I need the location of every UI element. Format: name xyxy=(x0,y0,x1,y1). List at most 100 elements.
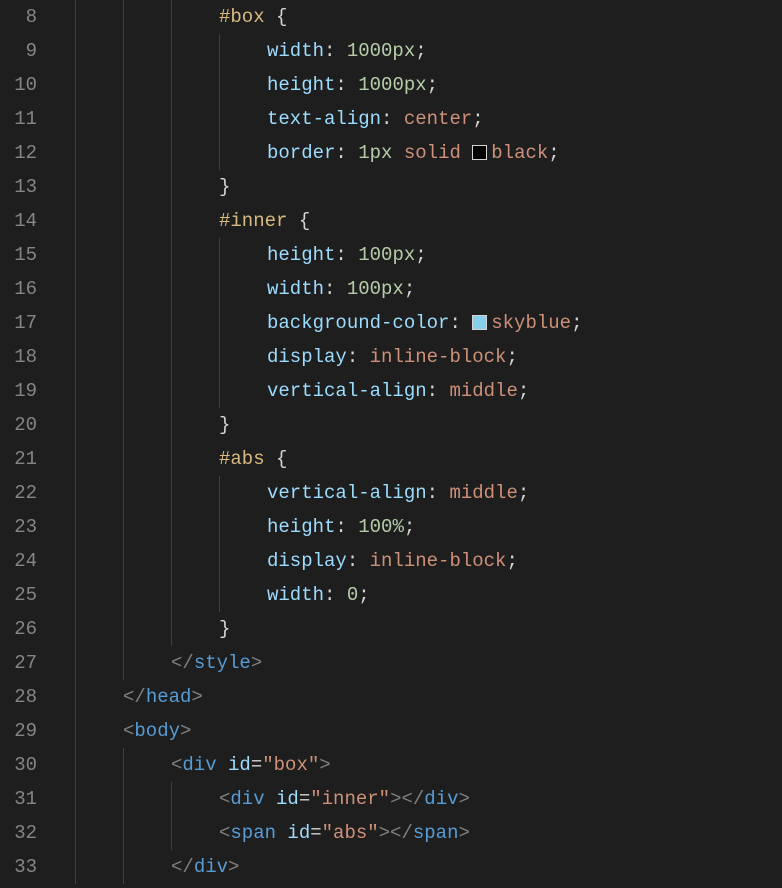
code-content[interactable]: background-color: skyblue; xyxy=(75,306,782,340)
line-number: 12 xyxy=(0,142,55,164)
indent-guide xyxy=(123,646,135,680)
indent-guide xyxy=(171,170,183,204)
code-line[interactable]: 23height: 100%; xyxy=(0,510,782,544)
indent-guide xyxy=(171,510,183,544)
indent-guide xyxy=(123,476,135,510)
code-line[interactable]: 16width: 100px; xyxy=(0,272,782,306)
token: { xyxy=(265,6,288,28)
code-line[interactable]: 8#box { xyxy=(0,0,782,34)
code-line[interactable]: 25 width: 0; xyxy=(0,578,782,612)
code-content[interactable]: } xyxy=(75,170,782,204)
code-line[interactable]: 20} xyxy=(0,408,782,442)
code-content[interactable]: width: 100px; xyxy=(75,272,782,306)
code-line[interactable]: 32<span id="abs"></span> xyxy=(0,816,782,850)
code-content[interactable]: <div id="inner"></div> xyxy=(75,782,782,816)
color-swatch[interactable] xyxy=(472,145,487,160)
code-line[interactable]: 24display: inline-block; xyxy=(0,544,782,578)
code-content[interactable]: <span id="abs"></span> xyxy=(75,816,782,850)
code-line[interactable]: 12 border: 1px solid black; xyxy=(0,136,782,170)
indent-guide xyxy=(219,136,231,170)
line-number: 30 xyxy=(0,754,55,776)
indent-guide xyxy=(171,272,183,306)
code-content[interactable]: </style> xyxy=(75,646,782,680)
token: span xyxy=(413,822,459,844)
indent-guide xyxy=(75,612,87,646)
token: : xyxy=(324,40,347,62)
indent-guide xyxy=(123,612,135,646)
indent-guide xyxy=(171,0,183,34)
code-content[interactable]: vertical-align: middle; xyxy=(75,374,782,408)
token: "inner" xyxy=(310,788,390,810)
code-line[interactable]: 33</div> xyxy=(0,850,782,884)
token: : xyxy=(381,108,404,130)
code-line[interactable]: 21#abs { xyxy=(0,442,782,476)
token: < xyxy=(219,822,230,844)
code-content[interactable]: width: 0; xyxy=(75,578,782,612)
indent-guide xyxy=(75,646,87,680)
code-line[interactable]: 28</head> xyxy=(0,680,782,714)
token: > xyxy=(191,686,202,708)
code-line[interactable]: 18 display: inline-block; xyxy=(0,340,782,374)
code-line[interactable]: 19vertical-align: middle; xyxy=(0,374,782,408)
code-content[interactable]: height: 100%; xyxy=(75,510,782,544)
code-line[interactable]: 14#inner { xyxy=(0,204,782,238)
code-content[interactable]: #box { xyxy=(75,0,782,34)
line-number: 17 xyxy=(0,312,55,334)
code-content[interactable]: #inner { xyxy=(75,204,782,238)
token: { xyxy=(265,448,288,470)
color-swatch[interactable] xyxy=(472,315,487,330)
indent-guide xyxy=(123,782,135,816)
code-line[interactable]: 30 <div id="box"> xyxy=(0,748,782,782)
code-content[interactable]: } xyxy=(75,408,782,442)
indent-guide xyxy=(171,374,183,408)
line-number: 25 xyxy=(0,584,55,606)
code-content[interactable]: </head> xyxy=(75,680,782,714)
indent-guide xyxy=(75,68,87,102)
code-line[interactable]: 15height: 100px; xyxy=(0,238,782,272)
indent-guide xyxy=(123,340,135,374)
code-content[interactable]: vertical-align: middle; xyxy=(75,476,782,510)
indent-guide xyxy=(171,476,183,510)
code-content[interactable]: height: 100px; xyxy=(75,238,782,272)
indent-guide xyxy=(75,170,87,204)
indent-guide xyxy=(75,102,87,136)
code-content[interactable]: display: inline-block; xyxy=(75,340,782,374)
code-content[interactable]: width: 1000px; xyxy=(75,34,782,68)
code-content[interactable]: text-align: center; xyxy=(75,102,782,136)
line-number: 26 xyxy=(0,618,55,640)
code-line[interactable]: 13} xyxy=(0,170,782,204)
code-line[interactable]: 10height: 1000px; xyxy=(0,68,782,102)
code-content[interactable]: border: 1px solid black; xyxy=(75,136,782,170)
code-content[interactable]: height: 1000px; xyxy=(75,68,782,102)
token: ; xyxy=(358,584,369,606)
code-line[interactable]: 17 background-color: skyblue; xyxy=(0,306,782,340)
code-line[interactable]: 9width: 1000px; xyxy=(0,34,782,68)
code-content[interactable]: <div id="box"> xyxy=(75,748,782,782)
code-editor[interactable]: 8#box {9width: 1000px;10height: 1000px;1… xyxy=(0,0,782,888)
code-line[interactable]: 11text-align: center; xyxy=(0,102,782,136)
line-number: 18 xyxy=(0,346,55,368)
code-line[interactable]: 27</style> xyxy=(0,646,782,680)
indent-guide xyxy=(219,476,231,510)
code-content[interactable]: <body> xyxy=(75,714,782,748)
indent-guide xyxy=(171,306,183,340)
indent-guide xyxy=(171,136,183,170)
indent-guide xyxy=(171,578,183,612)
code-line[interactable]: 22vertical-align: middle; xyxy=(0,476,782,510)
indent-guide xyxy=(75,34,87,68)
line-number: 13 xyxy=(0,176,55,198)
code-line[interactable]: 26} xyxy=(0,612,782,646)
indent-guide xyxy=(123,136,135,170)
code-content[interactable]: } xyxy=(75,612,782,646)
code-content[interactable]: </div> xyxy=(75,850,782,884)
token: inline-block xyxy=(370,346,507,368)
code-line[interactable]: 29<body> xyxy=(0,714,782,748)
code-content[interactable]: #abs { xyxy=(75,442,782,476)
code-content[interactable]: display: inline-block; xyxy=(75,544,782,578)
indent-guide xyxy=(75,0,87,34)
indent-guide xyxy=(75,340,87,374)
indent-guide xyxy=(123,578,135,612)
token xyxy=(276,822,287,844)
indent-guide xyxy=(171,442,183,476)
code-line[interactable]: 31<div id="inner"></div> xyxy=(0,782,782,816)
